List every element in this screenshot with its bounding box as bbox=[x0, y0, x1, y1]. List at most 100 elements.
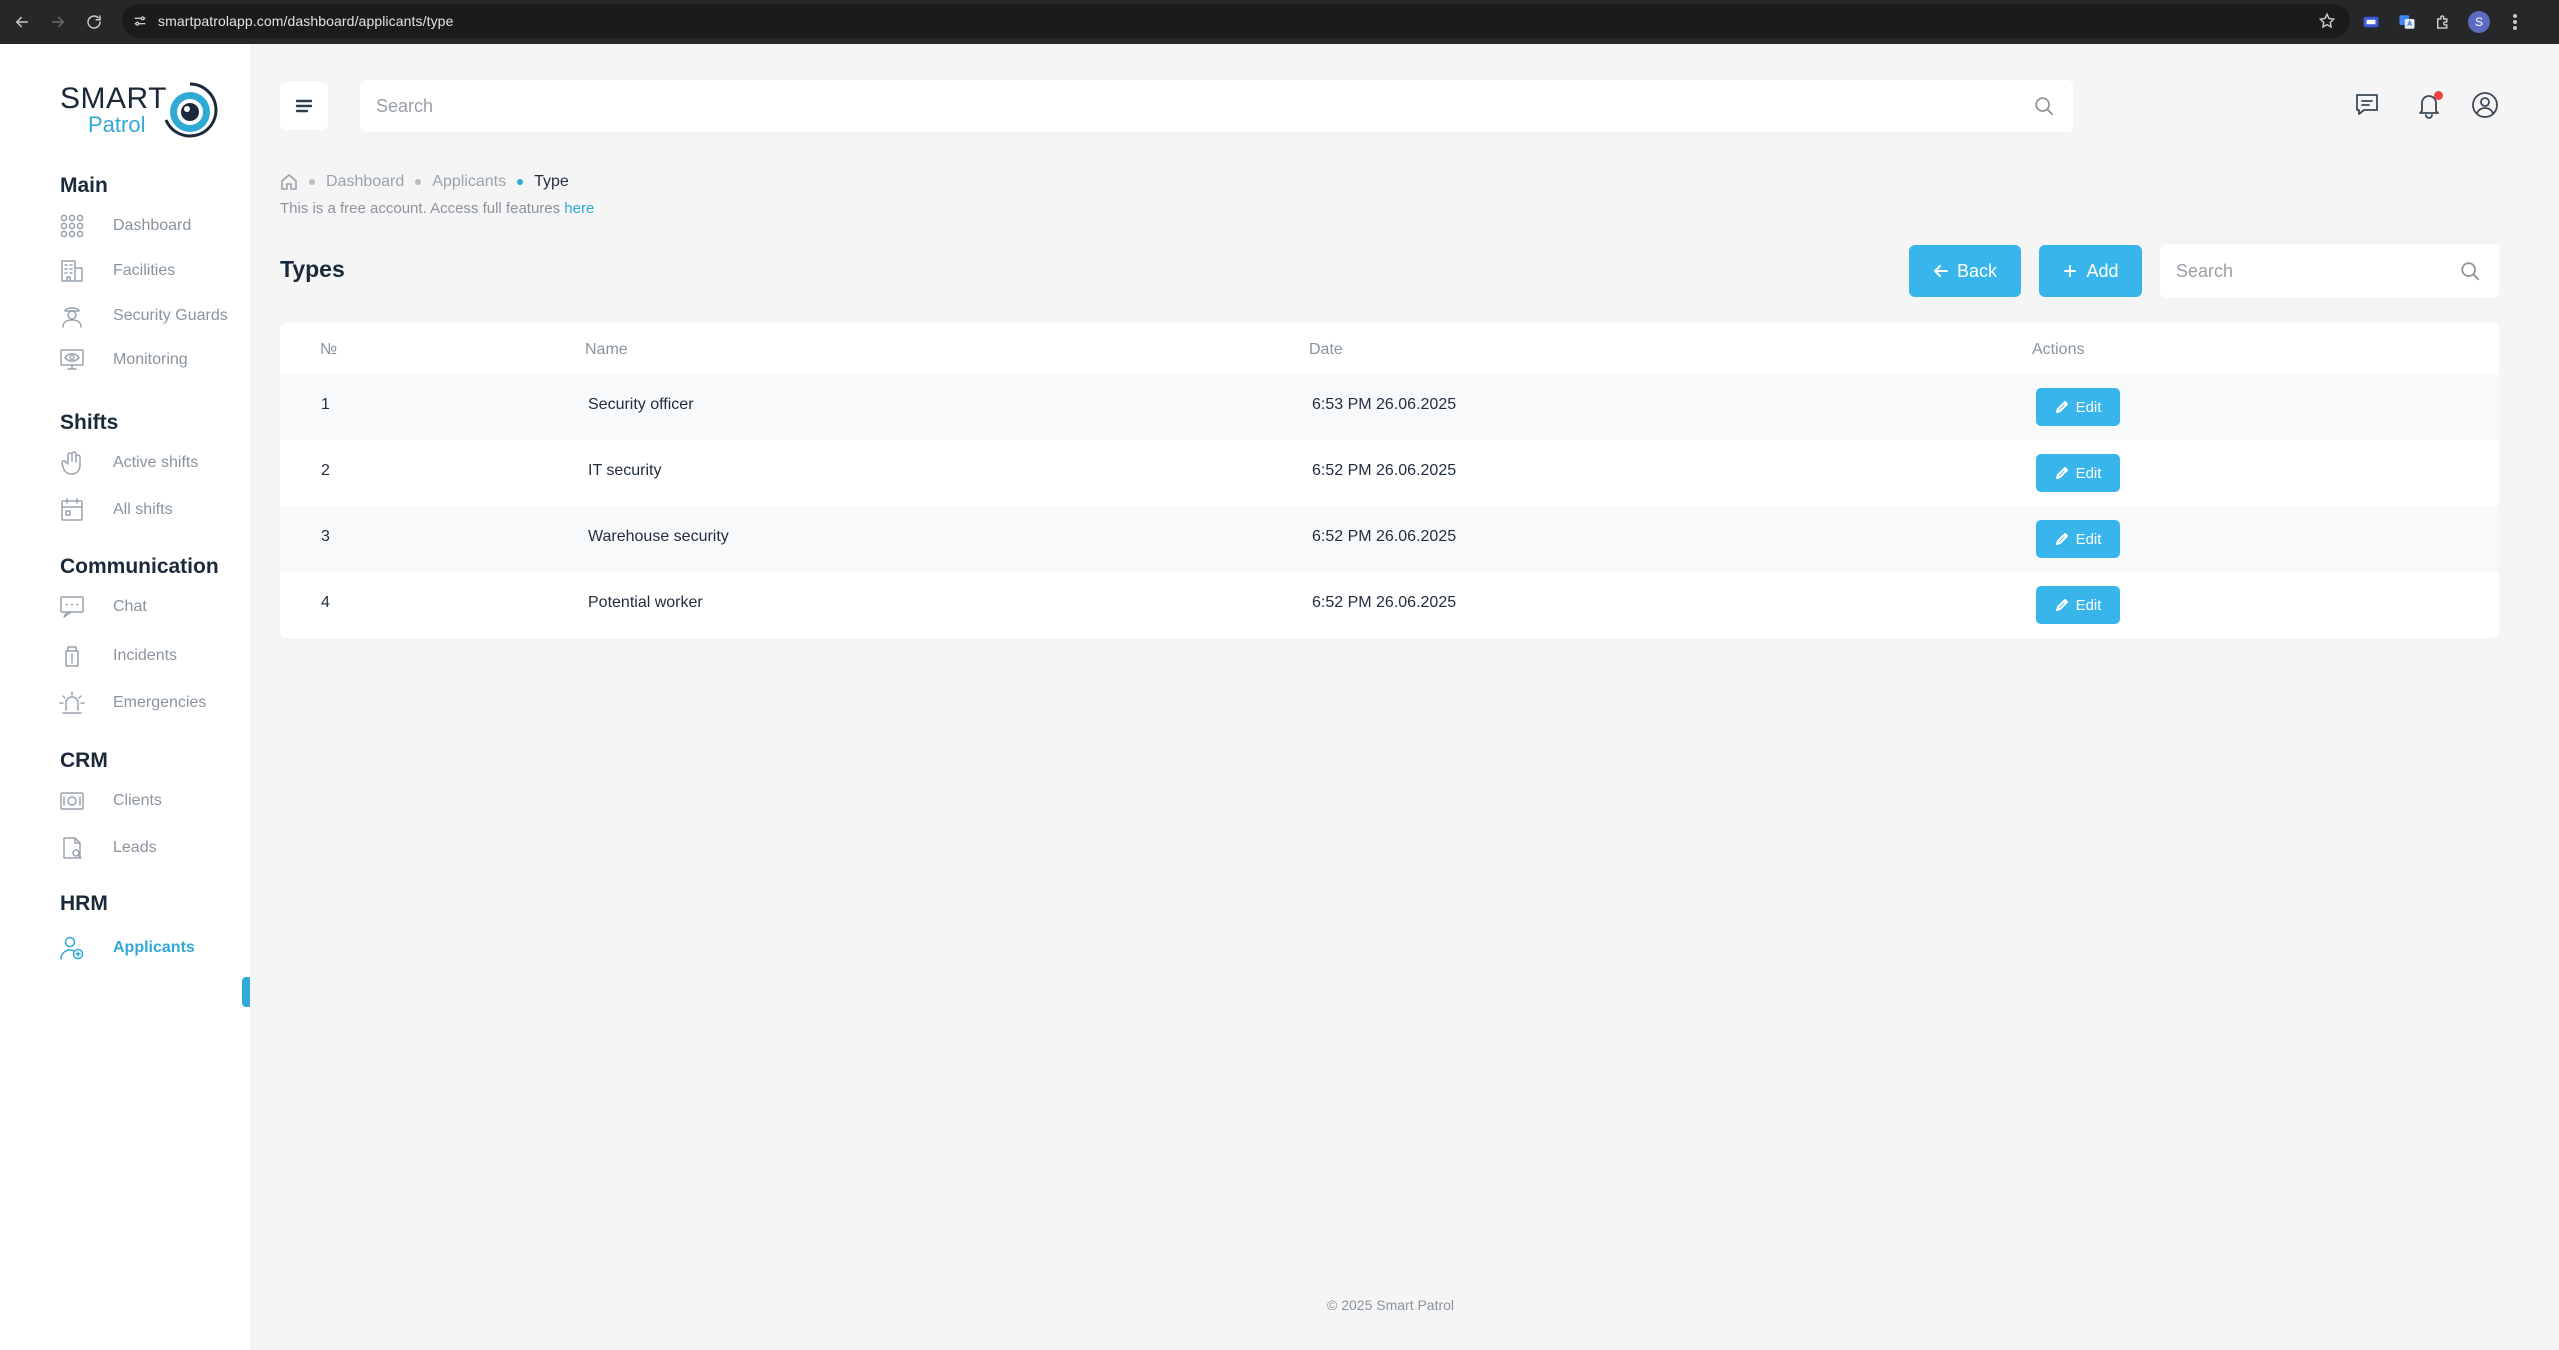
incident-icon bbox=[58, 642, 86, 670]
cell-number: 4 bbox=[321, 594, 330, 611]
building-icon bbox=[58, 257, 86, 285]
active-indicator bbox=[242, 977, 250, 1007]
table-row: 2 IT security 6:52 PM 26.06.2025 Edit bbox=[280, 440, 2499, 506]
menu-toggle-button[interactable] bbox=[280, 82, 328, 130]
breadcrumb-separator bbox=[309, 179, 315, 185]
eye-logo-icon bbox=[164, 82, 218, 138]
sidebar-item-label: Leads bbox=[113, 839, 157, 856]
guard-icon bbox=[58, 302, 86, 330]
grid-icon bbox=[58, 212, 86, 240]
money-icon bbox=[58, 787, 86, 815]
browser-back-button[interactable] bbox=[8, 8, 36, 36]
address-url[interactable]: smartpatrolapp.com/dashboard/applicants/… bbox=[158, 13, 453, 29]
column-header-number: № bbox=[320, 341, 338, 358]
breadcrumb-current: Type bbox=[534, 173, 569, 190]
sidebar-item-all-shifts[interactable]: All shifts bbox=[58, 494, 250, 526]
bookmark-star-icon[interactable] bbox=[2318, 12, 2336, 30]
notifications-button[interactable] bbox=[2414, 90, 2444, 120]
global-search-input[interactable] bbox=[376, 95, 1976, 117]
add-button[interactable]: Add bbox=[2039, 245, 2142, 297]
sidebar-item-facilities[interactable]: Facilities bbox=[58, 255, 250, 287]
edit-button[interactable]: Edit bbox=[2036, 520, 2120, 558]
cell-date: 6:52 PM 26.06.2025 bbox=[1312, 594, 1457, 611]
notice-text: This is a free account. Access full feat… bbox=[280, 200, 565, 217]
profile-button[interactable] bbox=[2470, 90, 2500, 120]
cell-number: 3 bbox=[321, 528, 330, 545]
logo-text-patrol: Patrol bbox=[88, 112, 146, 137]
browser-forward-button[interactable] bbox=[44, 8, 72, 36]
back-button-label: Back bbox=[1956, 260, 1998, 281]
chat-icon bbox=[58, 593, 86, 621]
browser-menu-icon[interactable] bbox=[2504, 11, 2526, 33]
search-icon[interactable] bbox=[2459, 260, 2481, 282]
sidebar-item-incidents[interactable]: Incidents bbox=[58, 640, 250, 672]
column-header-actions: Actions bbox=[2032, 341, 2085, 358]
sidebar-item-leads[interactable]: Leads bbox=[58, 832, 250, 864]
browser-reload-button[interactable] bbox=[80, 8, 108, 36]
types-table: № Name Date Actions 1 Security officer 6… bbox=[280, 323, 2499, 638]
edit-button-label: Edit bbox=[2075, 596, 2102, 614]
sidebar-item-active-shifts[interactable]: Active shifts bbox=[58, 447, 250, 479]
table-row: 1 Security officer 6:53 PM 26.06.2025 Ed… bbox=[280, 374, 2499, 440]
breadcrumb-dashboard[interactable]: Dashboard bbox=[326, 173, 404, 191]
cell-number: 1 bbox=[321, 396, 330, 413]
cell-date: 6:52 PM 26.06.2025 bbox=[1312, 528, 1457, 545]
free-account-notice: This is a free account. Access full feat… bbox=[280, 200, 594, 217]
pencil-icon bbox=[2055, 533, 2068, 545]
site-info-icon[interactable] bbox=[132, 13, 148, 29]
upgrade-link[interactable]: here bbox=[564, 200, 594, 217]
sidebar-item-security-guards[interactable]: Security Guards bbox=[58, 300, 250, 332]
sidebar-item-chat[interactable]: Chat bbox=[58, 591, 250, 623]
sidebar-item-label: Clients bbox=[113, 792, 162, 809]
sidebar-item-dashboard[interactable]: Dashboard bbox=[58, 210, 250, 242]
extension-translate-icon[interactable] bbox=[2360, 11, 2382, 33]
edit-button-label: Edit bbox=[2075, 398, 2102, 416]
browser-extensions: S bbox=[2360, 0, 2526, 44]
breadcrumb: Dashboard Applicants Type bbox=[280, 170, 569, 194]
sidebar-item-monitoring[interactable]: Monitoring bbox=[58, 344, 250, 376]
section-title-shifts: Shifts bbox=[60, 411, 119, 434]
sidebar-item-applicants[interactable]: Applicants bbox=[58, 932, 250, 964]
pencil-icon bbox=[2055, 467, 2068, 479]
section-title-hrm: HRM bbox=[60, 892, 108, 915]
search-icon[interactable] bbox=[2033, 95, 2055, 117]
section-title-crm: CRM bbox=[60, 749, 108, 772]
table-search-input[interactable] bbox=[2176, 260, 2436, 282]
back-button[interactable]: Back bbox=[1909, 245, 2021, 297]
cell-date: 6:53 PM 26.06.2025 bbox=[1312, 396, 1457, 413]
breadcrumb-separator bbox=[517, 179, 524, 185]
logo[interactable]: SMART Patrol bbox=[58, 78, 218, 140]
browser-profile-avatar[interactable]: S bbox=[2468, 11, 2490, 33]
notification-dot bbox=[2434, 91, 2443, 100]
cell-number: 2 bbox=[321, 462, 330, 479]
siren-icon bbox=[58, 689, 86, 717]
applicant-icon bbox=[58, 934, 86, 962]
sidebar: SMART Patrol Main Dashboard Facilities S… bbox=[0, 44, 250, 1350]
home-icon[interactable] bbox=[280, 173, 298, 191]
edit-button[interactable]: Edit bbox=[2036, 454, 2120, 492]
edit-button[interactable]: Edit bbox=[2036, 586, 2120, 624]
sidebar-item-label: All shifts bbox=[113, 501, 173, 518]
address-bar[interactable]: smartpatrolapp.com/dashboard/applicants/… bbox=[122, 4, 2350, 38]
footer-copyright: © 2025 Smart Patrol bbox=[1327, 1297, 1455, 1313]
extensions-puzzle-icon[interactable] bbox=[2432, 11, 2454, 33]
edit-button[interactable]: Edit bbox=[2036, 388, 2120, 426]
cell-date: 6:52 PM 26.06.2025 bbox=[1312, 462, 1457, 479]
breadcrumb-separator bbox=[415, 179, 422, 185]
table-row: 3 Warehouse security 6:52 PM 26.06.2025 … bbox=[280, 506, 2499, 572]
browser-toolbar: smartpatrolapp.com/dashboard/applicants/… bbox=[0, 0, 2559, 44]
breadcrumb-applicants[interactable]: Applicants bbox=[432, 173, 506, 191]
page-title: Types bbox=[280, 256, 345, 282]
messages-button[interactable] bbox=[2352, 90, 2382, 120]
pencil-icon bbox=[2055, 401, 2068, 413]
sidebar-item-label: Active shifts bbox=[113, 454, 199, 471]
column-header-date: Date bbox=[1309, 341, 1343, 358]
sidebar-item-emergencies[interactable]: Emergencies bbox=[58, 687, 250, 719]
global-search bbox=[360, 80, 2073, 132]
sidebar-item-label: Facilities bbox=[113, 262, 176, 279]
column-header-name: Name bbox=[585, 341, 628, 358]
hand-icon bbox=[58, 449, 86, 477]
extension-google-translate-icon[interactable] bbox=[2396, 11, 2418, 33]
sidebar-item-clients[interactable]: Clients bbox=[58, 785, 250, 817]
cell-name: Security officer bbox=[588, 396, 694, 413]
